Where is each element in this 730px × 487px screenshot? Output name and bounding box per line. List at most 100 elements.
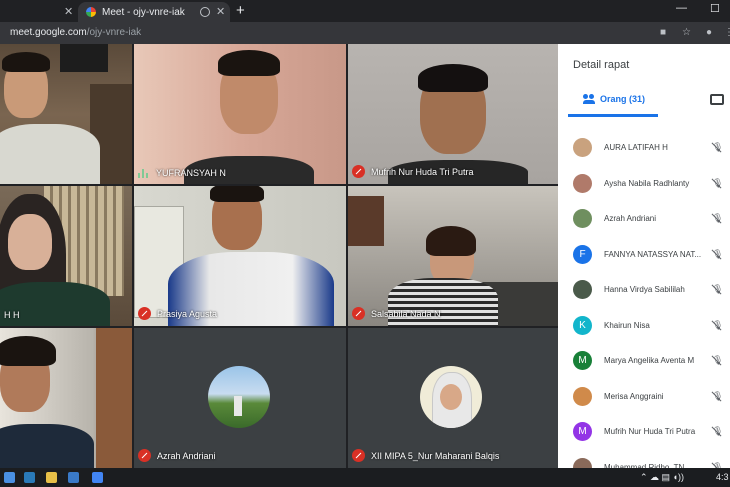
mic-off-icon: 🎙 [712, 426, 724, 437]
os-taskbar: ⌃ ☁ ▤ ◖)) 4:3 [0, 468, 730, 487]
mic-off-icon: 🎙 [712, 177, 724, 188]
browser-tab-bar: ✕ Meet - ojy-vnre-iak ✕ + — ☐ [0, 0, 730, 22]
tab-people-label: Orang (31) [600, 94, 646, 104]
tab-previous[interactable]: ✕ [0, 2, 80, 22]
video-tile[interactable]: YUFRANSYAH N [134, 44, 346, 184]
mic-off-icon [138, 307, 151, 320]
video-tile[interactable]: XII MIPA 5_Nur Maharani Balqis [348, 328, 558, 468]
mic-off-icon: 🎙 [712, 142, 724, 153]
list-item[interactable]: M Marya Angelika Aventa M 🎙 [558, 343, 730, 379]
windows-start-icon[interactable] [4, 472, 15, 483]
chrome-icon[interactable] [92, 472, 103, 483]
video-tile[interactable] [0, 328, 132, 468]
camera-icon[interactable]: ■ [660, 27, 666, 38]
participant-hair [218, 50, 280, 76]
participant-name: Khairun Nisa [604, 320, 650, 330]
mic-off-icon [138, 449, 151, 462]
tray-icons[interactable]: ⌃ ☁ ▤ ◖)) [640, 472, 684, 483]
participant-name: YUFRANSYAH N [138, 168, 226, 178]
list-item[interactable]: Hanna Virdya Sabililah 🎙 [558, 272, 730, 308]
address-bar[interactable]: meet.google.com/ojy-vnre-iak ■ ☆ ● ⋮ [0, 22, 730, 44]
participant-hair [2, 52, 50, 72]
star-icon[interactable]: ☆ [682, 27, 691, 38]
file-explorer-icon[interactable] [46, 472, 57, 483]
participant-name: Mufrih Nur Huda Tri Putra [604, 427, 696, 437]
video-tile[interactable]: Salsabila Nada N [348, 186, 558, 326]
video-tile[interactable]: H H [0, 186, 132, 326]
meet-favicon-icon [86, 7, 96, 17]
edge-icon[interactable] [24, 472, 35, 483]
new-tab-icon[interactable]: + [236, 2, 245, 19]
avatar: F [573, 244, 592, 264]
close-icon[interactable]: ✕ [216, 5, 225, 18]
list-item[interactable]: K Khairun Nisa 🎙 [558, 308, 730, 344]
list-item[interactable]: F FANNYA NATASSYA NAT... 🎙 [558, 237, 730, 273]
participant-name: AURA LATIFAH H [604, 143, 668, 153]
speaking-indicator-icon [138, 168, 148, 178]
participant-name: Merisa Anggraini [604, 391, 664, 401]
avatar [573, 280, 592, 300]
mic-off-icon [352, 307, 365, 320]
menu-icon[interactable]: ⋮ [724, 27, 730, 38]
url-host: meet.google.com [10, 27, 87, 38]
participant-shirt [0, 424, 94, 468]
tab-label: Meet - ojy-vnre-iak [102, 6, 185, 18]
participant-hair [418, 64, 488, 92]
clock[interactable]: 4:3 [716, 472, 729, 482]
participant-name: Hanna Virdya Sabililah [604, 285, 685, 295]
mic-off-icon [352, 449, 365, 462]
avatar [573, 138, 592, 158]
participant-shirt [0, 124, 100, 184]
list-item[interactable]: Aysha Nabila Radhlanty 🎙 [558, 166, 730, 202]
avatar [420, 366, 482, 428]
mic-off-icon: 🎙 [712, 248, 724, 259]
participant-face [8, 214, 52, 270]
avatar: M [573, 422, 592, 442]
url-text[interactable]: meet.google.com/ojy-vnre-iak [10, 27, 141, 38]
participant-name: Aysha Nabila Radhlanty [604, 178, 690, 188]
participant-name: Prasiya Agusta [138, 307, 217, 320]
background-frame [348, 196, 384, 246]
mic-off-icon: 🎙 [712, 213, 724, 224]
record-icon [200, 7, 210, 17]
people-icon [583, 94, 595, 104]
meeting-details-panel: Detail rapat Orang (31) AURA LATIFAH H 🎙 … [558, 44, 730, 477]
participant-list: AURA LATIFAH H 🎙 Aysha Nabila Radhlanty 🎙 … [558, 130, 730, 485]
tab-people[interactable]: Orang (31) [583, 94, 645, 104]
list-item[interactable]: AURA LATIFAH H 🎙 [558, 130, 730, 166]
avatar [573, 386, 592, 406]
avatar: K [573, 315, 592, 335]
mic-off-icon: 🎙 [712, 319, 724, 330]
video-tile[interactable]: Azrah Andriani [134, 328, 346, 468]
minimize-icon[interactable]: — [676, 2, 687, 14]
avatar [573, 209, 592, 229]
video-tile[interactable]: Mufrih Nur Huda Tri Putra [348, 44, 558, 184]
participant-name: Salsabila Nada N [352, 307, 441, 320]
mic-off-icon [352, 165, 365, 178]
background-monitor [60, 44, 108, 72]
participant-name: Mufrih Nur Huda Tri Putra [352, 165, 474, 178]
profile-icon[interactable]: ● [706, 27, 712, 38]
mic-off-icon: 🎙 [712, 355, 724, 366]
avatar: M [573, 351, 592, 371]
participant-hair [210, 186, 264, 202]
chat-icon[interactable] [710, 94, 724, 105]
list-item[interactable]: Merisa Anggraini 🎙 [558, 379, 730, 415]
participant-name: FANNYA NATASSYA NAT... [604, 249, 702, 259]
mic-off-icon: 🎙 [712, 284, 724, 295]
video-tile[interactable]: Prasiya Agusta [134, 186, 346, 326]
avatar [573, 173, 592, 193]
tab-meet[interactable]: Meet - ojy-vnre-iak ✕ [78, 2, 230, 22]
participant-name: Azrah Andriani [604, 214, 657, 224]
list-item[interactable]: Azrah Andriani 🎙 [558, 201, 730, 237]
mic-off-icon: 🎙 [712, 390, 724, 401]
list-item[interactable]: M Mufrih Nur Huda Tri Putra 🎙 [558, 414, 730, 450]
close-icon[interactable]: ✕ [64, 5, 73, 18]
participant-name: Marya Angelika Aventa M [604, 356, 695, 366]
video-grid: YUFRANSYAH N Mufrih Nur Huda Tri Putra H… [0, 44, 558, 468]
tab-indicator [568, 114, 658, 117]
store-icon[interactable] [68, 472, 79, 483]
video-tile[interactable] [0, 44, 132, 184]
maximize-icon[interactable]: ☐ [710, 2, 720, 15]
url-path: /ojy-vnre-iak [86, 27, 142, 38]
